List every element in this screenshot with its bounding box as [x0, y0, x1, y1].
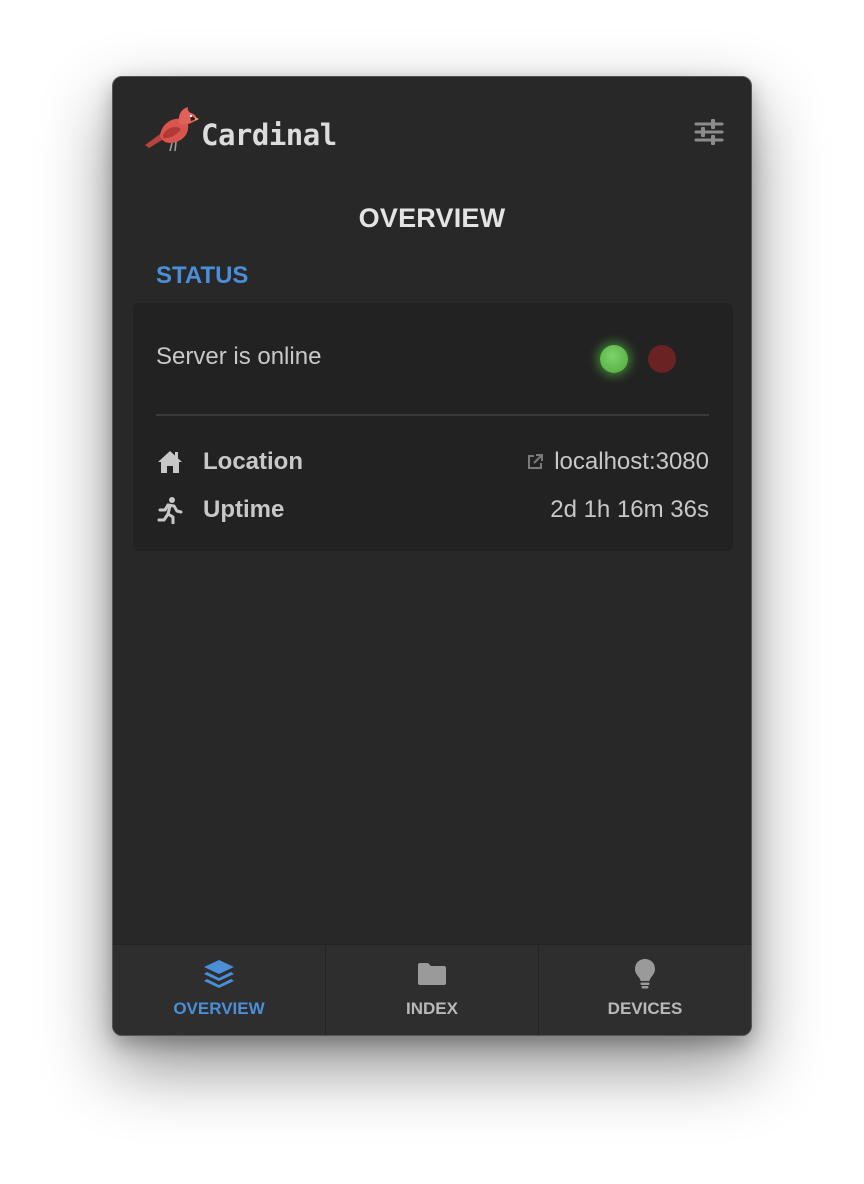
location-label: Location	[203, 448, 303, 475]
offline-indicator	[648, 345, 676, 373]
app-window: Cardinal OVERVIEW STATUS Server is onlin…	[112, 76, 752, 1036]
app-logo: Cardinal	[143, 105, 337, 153]
sliders-icon	[694, 119, 724, 145]
tab-overview-label: OVERVIEW	[173, 999, 265, 1018]
divider	[156, 414, 709, 416]
cardinal-bird-icon	[143, 105, 199, 153]
location-link[interactable]: localhost:3080	[554, 448, 709, 476]
uptime-row: Uptime 2d 1h 16m 36s	[156, 492, 709, 528]
bottom-nav: OVERVIEW INDEX DEVICES	[113, 944, 751, 1035]
server-status-text: Server is online	[156, 343, 322, 370]
location-row: Location localhost:3080	[156, 444, 709, 480]
uptime-label: Uptime	[203, 496, 285, 523]
settings-button[interactable]	[693, 117, 725, 149]
page-title: OVERVIEW	[358, 203, 506, 233]
tab-index-label: INDEX	[406, 999, 458, 1018]
layers-icon	[204, 960, 234, 988]
tab-devices[interactable]: DEVICES	[538, 945, 751, 1035]
running-icon	[157, 497, 183, 524]
app-header: Cardinal	[113, 77, 751, 197]
folder-icon	[418, 963, 446, 985]
location-value: localhost:3080	[526, 448, 709, 476]
lightbulb-icon	[635, 959, 655, 989]
status-section-label: STATUS	[156, 262, 249, 289]
home-icon	[158, 451, 182, 473]
online-indicator	[600, 345, 628, 373]
tab-overview[interactable]: OVERVIEW	[113, 945, 325, 1035]
tab-devices-label: DEVICES	[607, 999, 683, 1018]
uptime-value: 2d 1h 16m 36s	[550, 496, 709, 523]
external-link-icon	[528, 454, 544, 469]
tab-index[interactable]: INDEX	[325, 945, 538, 1035]
app-name: Cardinal	[201, 118, 337, 152]
status-card: Server is online Location localhost:3080	[133, 303, 733, 551]
